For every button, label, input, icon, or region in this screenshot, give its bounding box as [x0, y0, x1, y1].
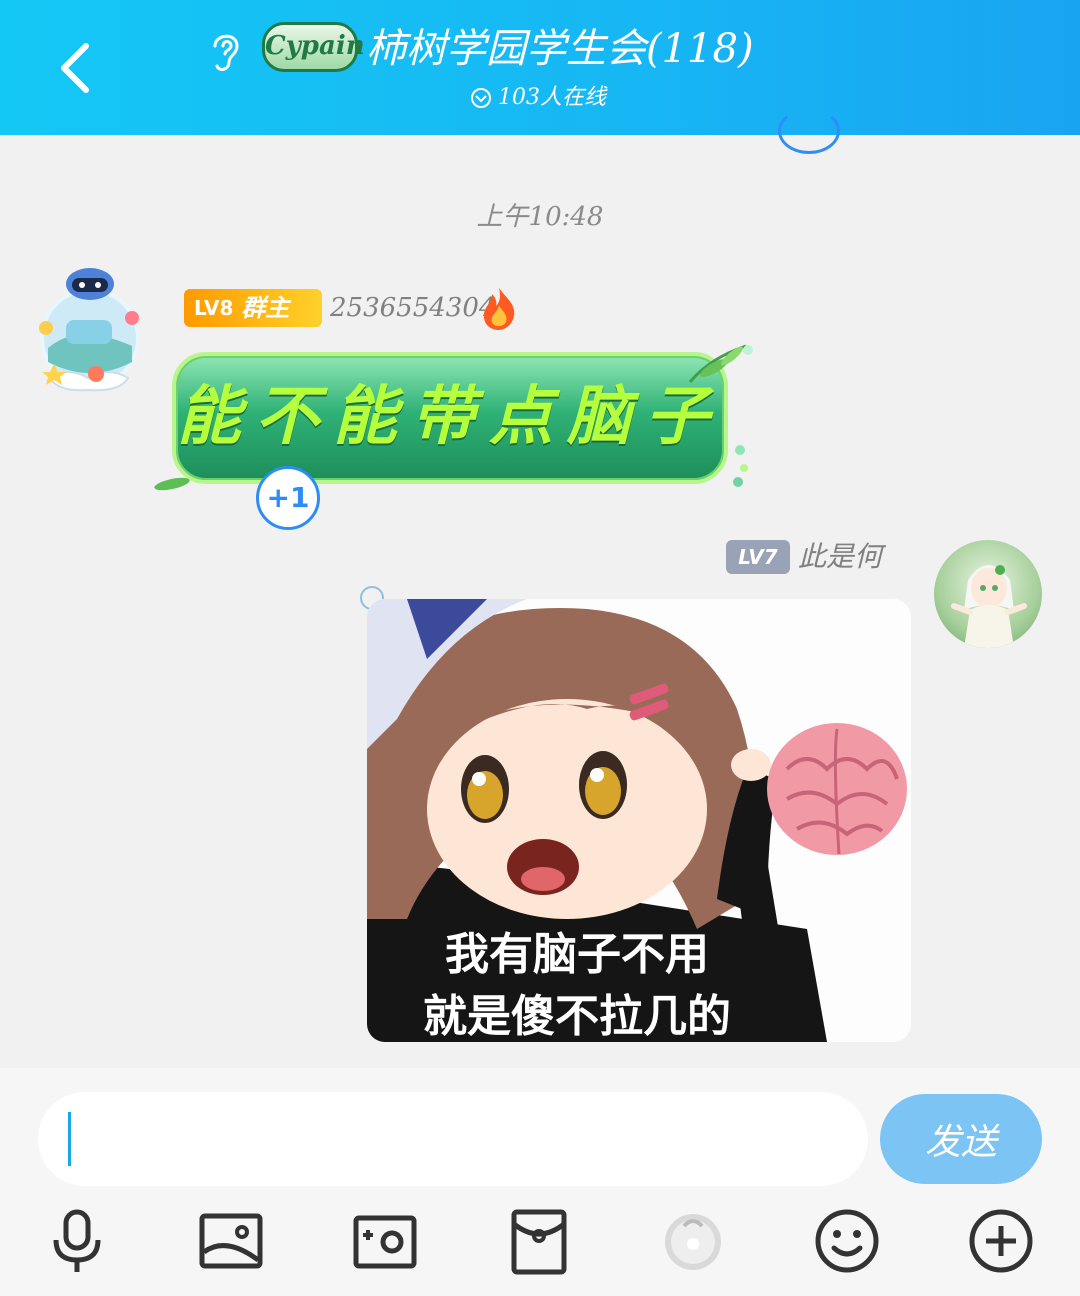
leaf-decoration	[154, 477, 190, 491]
red-packet-icon[interactable]	[504, 1206, 574, 1276]
online-status[interactable]: 103人在线	[470, 82, 606, 114]
message-text: 能不能带点脑子	[177, 379, 723, 454]
group-badge-logo: Cypain	[262, 22, 365, 72]
brain-icon	[767, 723, 907, 855]
fire-icon	[480, 286, 518, 330]
sticker-caption: 我有脑子不用	[445, 929, 709, 980]
back-button[interactable]	[52, 40, 102, 96]
microphone-icon[interactable]	[42, 1206, 112, 1276]
bamboo-leaf-decoration	[688, 344, 753, 383]
emoji-icon[interactable]	[812, 1206, 882, 1276]
sticker-icon[interactable]	[658, 1206, 728, 1276]
droplet-decoration	[733, 445, 748, 487]
chat-header: Cypain 柿树学园学生会(118) 103人在线	[0, 0, 1080, 135]
plus-icon[interactable]	[966, 1206, 1036, 1276]
text-caret	[68, 1112, 71, 1166]
sticker-image[interactable]: 我有脑子不用 就是傻不拉几的	[367, 599, 911, 1042]
message-bubble[interactable]: 能不能带点脑子	[172, 352, 728, 484]
avatar[interactable]	[28, 262, 150, 396]
level-badge: LV7	[726, 540, 790, 574]
avatar[interactable]	[934, 540, 1042, 648]
message-timestamp: 上午10:48	[476, 202, 604, 232]
group-title[interactable]: 柿树学园学生会(118)	[366, 22, 754, 76]
sticker-caption: 就是傻不拉几的	[423, 991, 731, 1042]
sender-name[interactable]: 2536554304	[330, 290, 495, 326]
online-count: 103人在线	[498, 85, 606, 110]
camera-icon[interactable]	[350, 1206, 420, 1276]
send-button[interactable]: 发送	[880, 1094, 1042, 1184]
chevron-circle-icon	[471, 88, 491, 108]
scroll-indicator[interactable]	[778, 108, 840, 154]
role-label: 群主	[241, 293, 290, 322]
ear-icon[interactable]	[205, 28, 245, 74]
image-icon[interactable]	[196, 1206, 266, 1276]
chevron-left-icon	[61, 43, 89, 93]
level-label: LV8	[194, 296, 234, 320]
level-badge: LV8 群主	[184, 289, 322, 327]
message-input[interactable]	[38, 1092, 868, 1186]
plus-one-button[interactable]: +1	[256, 466, 320, 530]
sender-name[interactable]: 此是何	[798, 538, 882, 576]
